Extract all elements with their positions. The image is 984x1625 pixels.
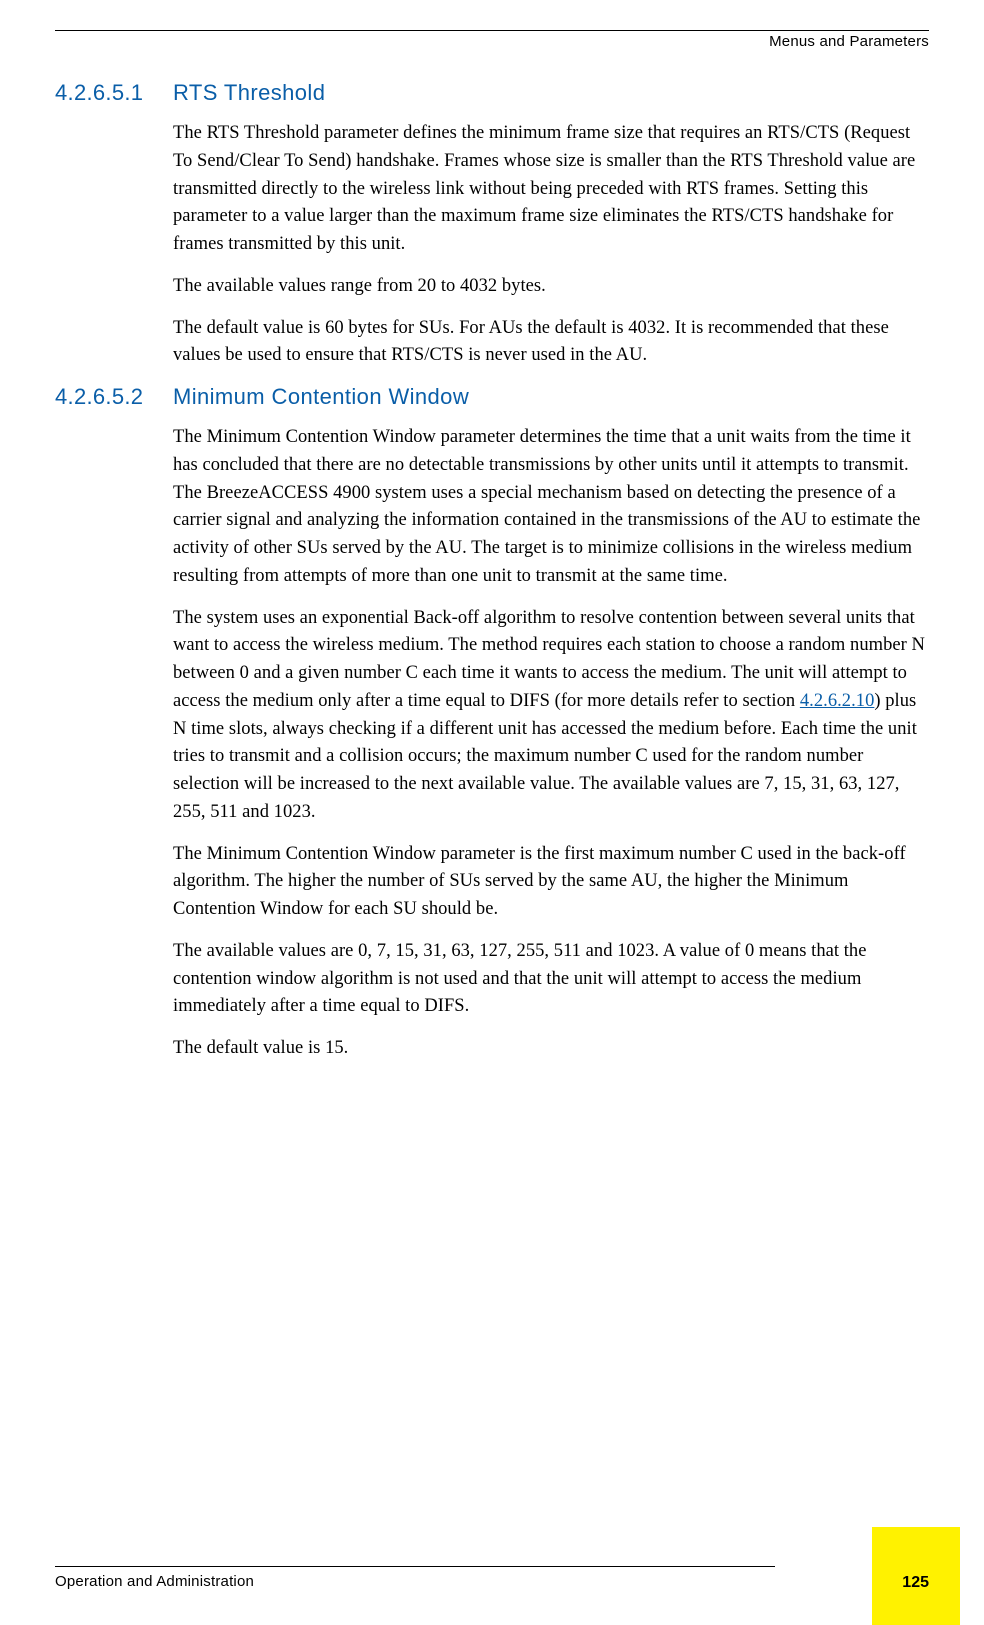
paragraph: The Minimum Contention Window parameter … xyxy=(173,841,929,924)
page-footer: Operation and Administration 125 xyxy=(55,1566,929,1591)
section-body-2: The Minimum Contention Window parameter … xyxy=(173,424,929,1063)
paragraph: The available values range from 20 to 40… xyxy=(173,273,929,301)
section-number: 4.2.6.5.1 xyxy=(55,80,173,106)
paragraph: The system uses an exponential Back-off … xyxy=(173,605,929,827)
paragraph: The RTS Threshold parameter defines the … xyxy=(173,120,929,259)
section-body-1: The RTS Threshold parameter defines the … xyxy=(173,120,929,370)
section-heading-2: 4.2.6.5.2 Minimum Contention Window xyxy=(55,384,929,410)
footer-rule xyxy=(55,1566,775,1568)
footer-text: Operation and Administration xyxy=(55,1573,929,1590)
running-head-text: Menus and Parameters xyxy=(769,33,929,50)
section-title: Minimum Contention Window xyxy=(173,384,469,410)
section-heading-1: 4.2.6.5.1 RTS Threshold xyxy=(55,80,929,106)
section-title: RTS Threshold xyxy=(173,80,325,106)
page-number: 125 xyxy=(902,1574,929,1592)
paragraph: The Minimum Contention Window parameter … xyxy=(173,424,929,591)
page-header: Menus and Parameters xyxy=(55,30,929,52)
section-number: 4.2.6.5.2 xyxy=(55,384,173,410)
paragraph: The available values are 0, 7, 15, 31, 6… xyxy=(173,938,929,1021)
section-cross-reference-link[interactable]: 4.2.6.2.10 xyxy=(800,691,875,711)
paragraph: The default value is 60 bytes for SUs. F… xyxy=(173,315,929,371)
paragraph: The default value is 15. xyxy=(173,1035,929,1063)
page-content: 4.2.6.5.1 RTS Threshold The RTS Threshol… xyxy=(55,80,929,1063)
